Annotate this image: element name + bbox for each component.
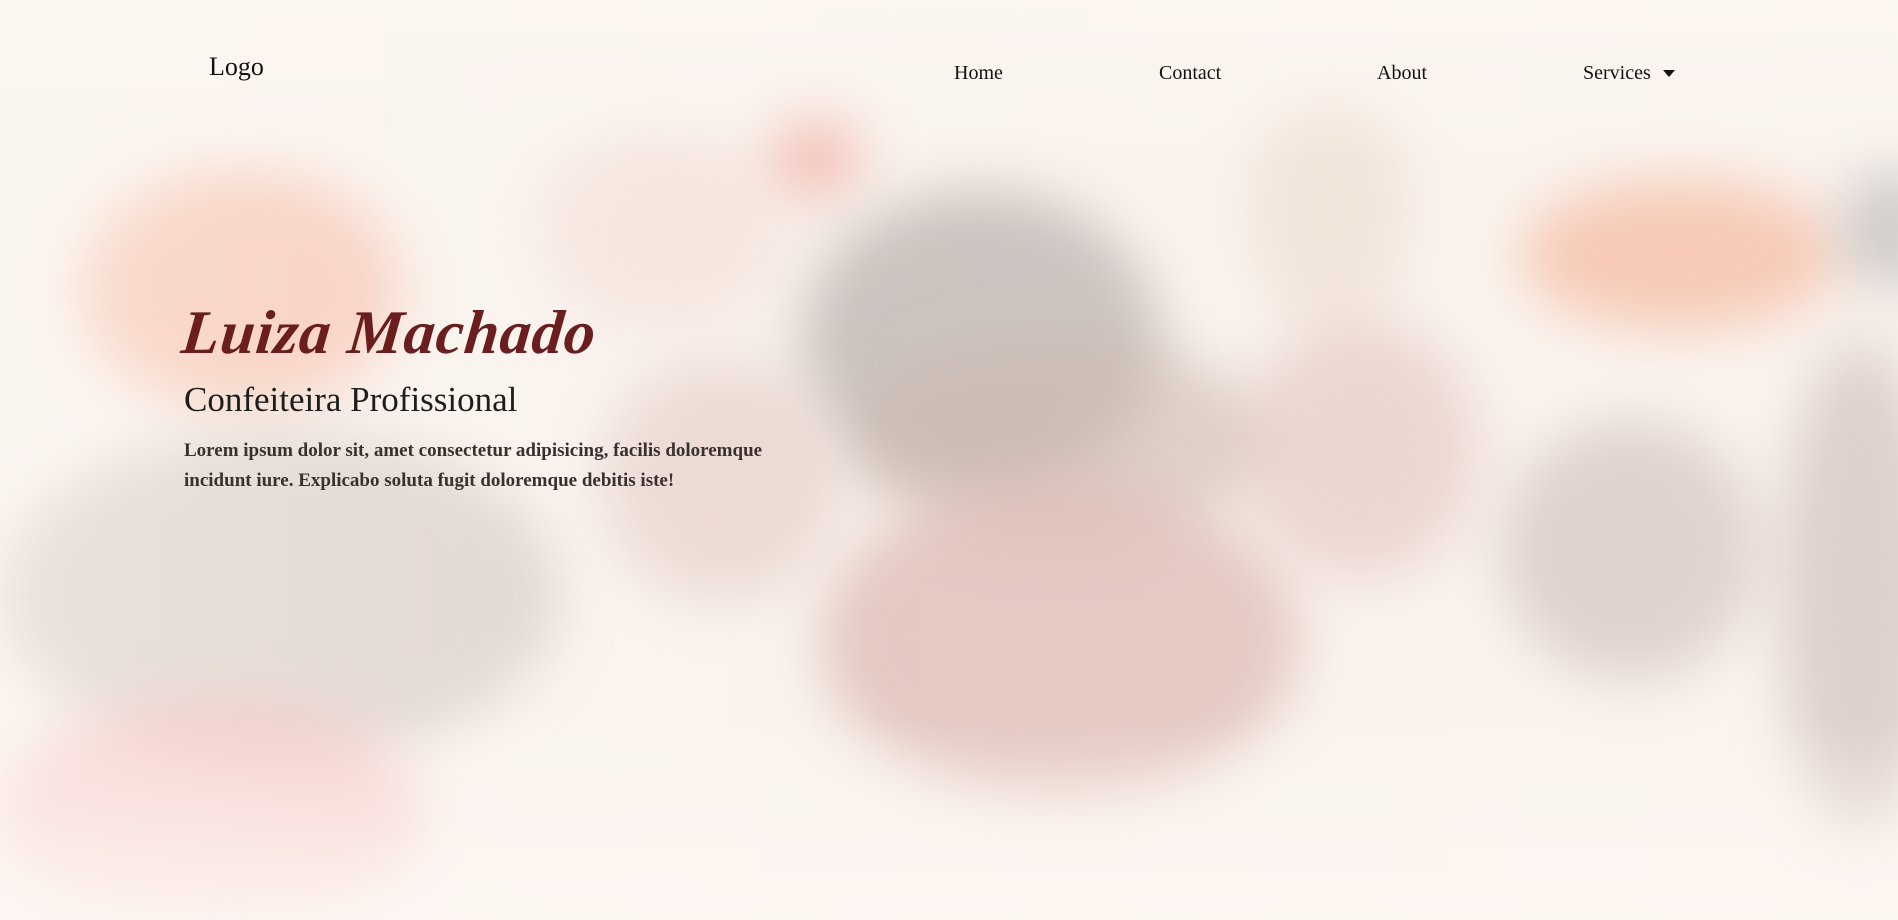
caret-down-icon — [1662, 69, 1675, 77]
nav-dropdown-services[interactable]: Services — [1583, 60, 1675, 86]
hero-description: Lorem ipsum dolor sit, amet consectetur … — [184, 440, 763, 491]
hero-name: Luiza Machado — [178, 299, 600, 367]
nav-link-home[interactable]: Home — [954, 60, 1003, 86]
logo[interactable]: Logo — [209, 52, 264, 82]
site-header: Logo Home Contact About Services — [0, 0, 1898, 140]
nav-link-contact[interactable]: Contact — [1159, 60, 1221, 86]
hero-section: Luiza Machado Confeiteira Profissional L… — [178, 298, 822, 496]
nav-services-label: Services — [1583, 62, 1651, 84]
nav-link-about[interactable]: About — [1377, 60, 1427, 86]
hero-role: Confeiteira Profissional — [184, 380, 518, 419]
